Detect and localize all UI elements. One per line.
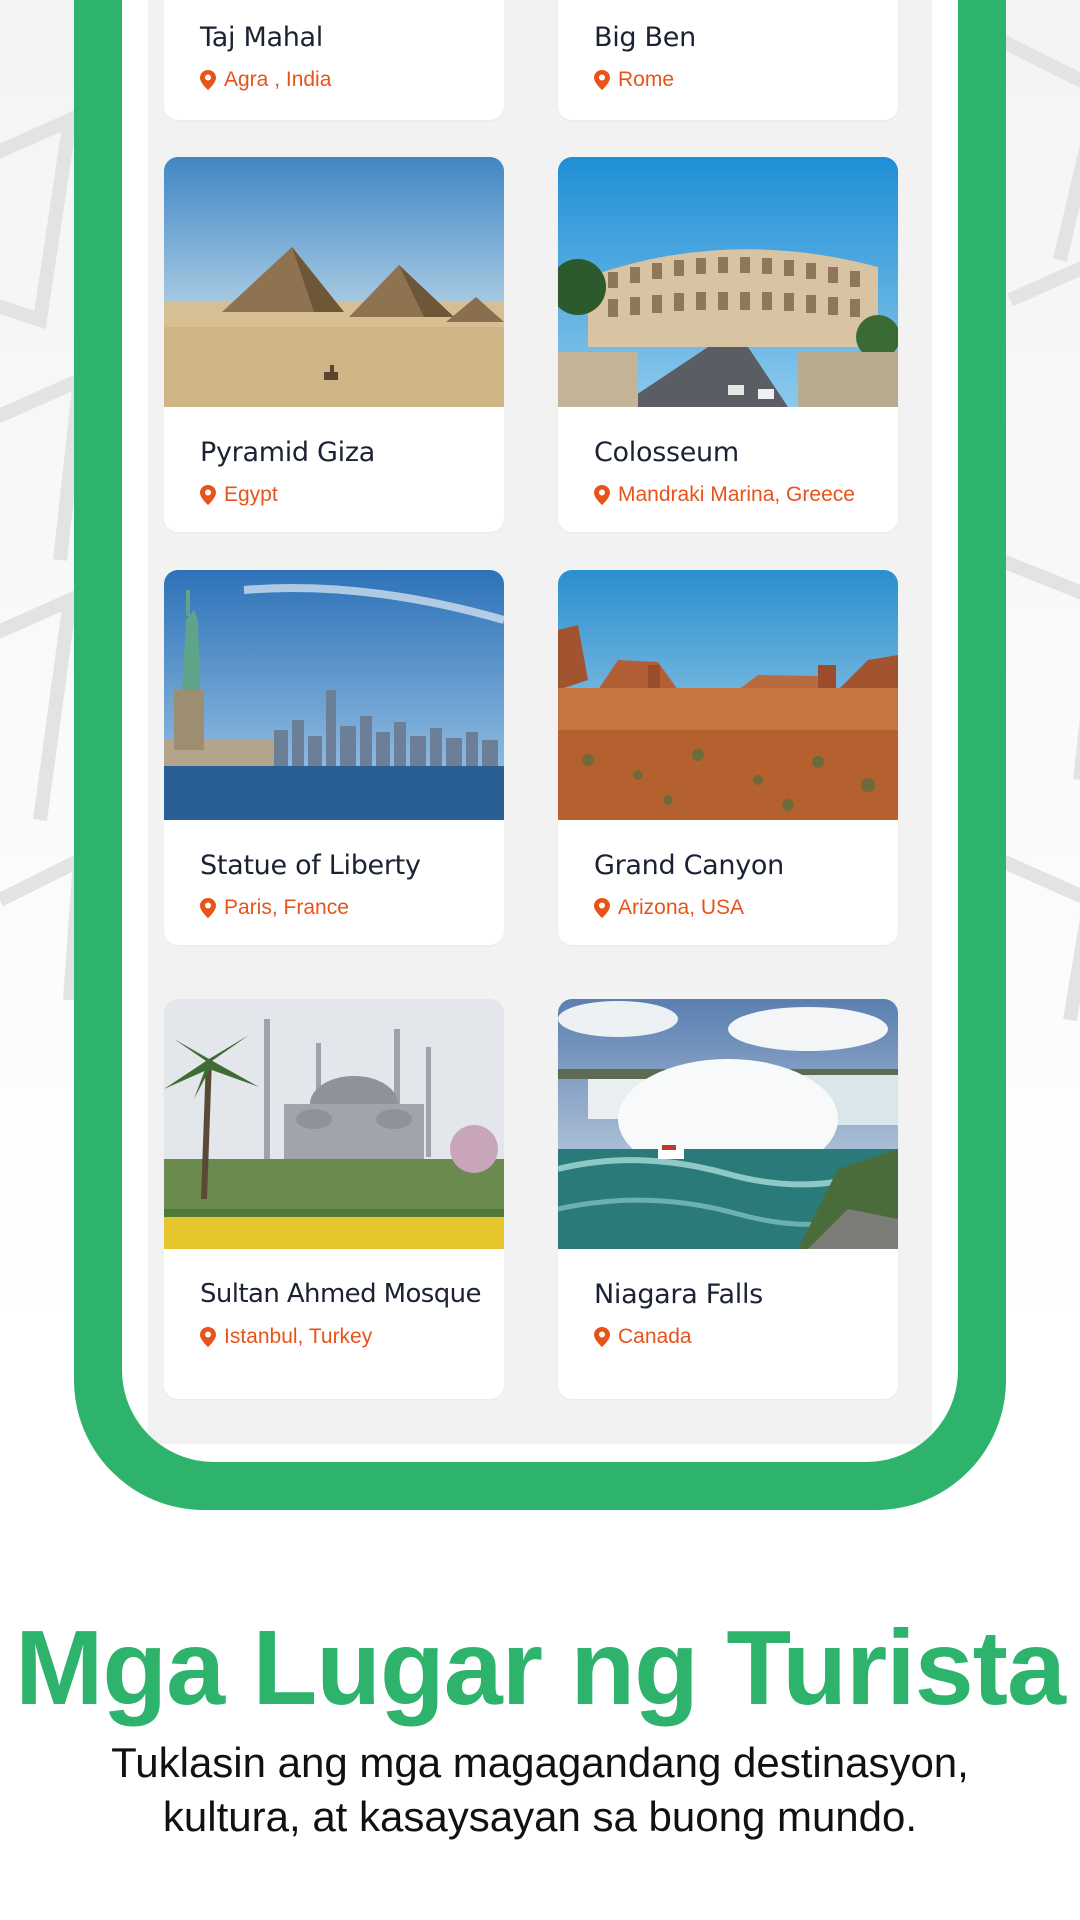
place-location-text: Rome xyxy=(618,68,675,91)
place-location-text: Arizona, USA xyxy=(618,896,745,919)
place-location-text: Mandraki Marina, Greece xyxy=(618,483,855,506)
place-location-text: Paris, France xyxy=(224,896,349,919)
place-location: Canada xyxy=(594,1325,692,1349)
promo-subtitle: Tuklasin ang mga magagandang destinasyon… xyxy=(0,1736,1080,1844)
place-location: Egypt xyxy=(200,483,278,507)
places-grid: Taj Mahal Agra , India Big Ben Rome Pyra… xyxy=(148,0,932,1444)
promo-subtitle-line-2: kultura, at kasaysayan sa buong mundo. xyxy=(162,1793,918,1840)
place-card-niagara-falls[interactable]: Niagara Falls Canada xyxy=(558,999,898,1399)
place-title: Sultan Ahmed Mosque xyxy=(200,1279,482,1309)
place-location: Agra , India xyxy=(200,68,331,92)
place-location-text: Agra , India xyxy=(224,68,332,91)
promo-page: Taj Mahal Agra , India Big Ben Rome Pyra… xyxy=(0,0,1080,1920)
phone-frame: Taj Mahal Agra , India Big Ben Rome Pyra… xyxy=(74,0,1006,1510)
place-location: Arizona, USA xyxy=(594,896,744,920)
place-card-colosseum[interactable]: Colosseum Mandraki Marina, Greece xyxy=(558,157,898,532)
place-title: Statue of Liberty xyxy=(200,850,421,881)
map-pin-icon xyxy=(594,485,610,505)
place-image-statue-of-liberty xyxy=(164,570,504,820)
map-pin-icon xyxy=(200,485,216,505)
place-card-statue-of-liberty[interactable]: Statue of Liberty Paris, France xyxy=(164,570,504,945)
place-location: Rome xyxy=(594,68,674,92)
map-pin-icon xyxy=(200,898,216,918)
promo-subtitle-line-1: Tuklasin ang mga magagandang destinasyon… xyxy=(111,1739,969,1786)
map-pin-icon xyxy=(594,70,610,90)
place-image-pyramid-giza xyxy=(164,157,504,407)
place-location: Paris, France xyxy=(200,896,349,920)
place-title: Taj Mahal xyxy=(200,22,323,53)
place-title: Pyramid Giza xyxy=(200,437,375,468)
place-image-niagara-falls xyxy=(558,999,898,1249)
map-pin-icon xyxy=(200,70,216,90)
place-card-pyramid-giza[interactable]: Pyramid Giza Egypt xyxy=(164,157,504,532)
place-title: Big Ben xyxy=(594,22,696,53)
place-image-colosseum xyxy=(558,157,898,407)
place-title: Niagara Falls xyxy=(594,1279,763,1310)
place-location: Mandraki Marina, Greece xyxy=(594,483,855,507)
map-pin-icon xyxy=(594,898,610,918)
place-card-big-ben[interactable]: Big Ben Rome xyxy=(558,0,898,120)
place-title: Grand Canyon xyxy=(594,850,784,881)
place-location-text: Canada xyxy=(618,1325,692,1348)
phone-screen: Taj Mahal Agra , India Big Ben Rome Pyra… xyxy=(122,0,958,1462)
place-image-grand-canyon xyxy=(558,570,898,820)
place-image-sultan-ahmed-mosque xyxy=(164,999,504,1249)
place-location-text: Istanbul, Turkey xyxy=(224,1325,373,1348)
promo-headline: Mga Lugar ng Turista xyxy=(15,1609,1066,1727)
place-location-text: Egypt xyxy=(224,483,278,506)
place-location: Istanbul, Turkey xyxy=(200,1325,372,1349)
place-title: Colosseum xyxy=(594,437,739,468)
map-pin-icon xyxy=(200,1327,216,1347)
place-card-grand-canyon[interactable]: Grand Canyon Arizona, USA xyxy=(558,570,898,945)
place-card-sultan-ahmed-mosque[interactable]: Sultan Ahmed Mosque Istanbul, Turkey xyxy=(164,999,504,1399)
place-card-taj-mahal[interactable]: Taj Mahal Agra , India xyxy=(164,0,504,120)
map-pin-icon xyxy=(594,1327,610,1347)
